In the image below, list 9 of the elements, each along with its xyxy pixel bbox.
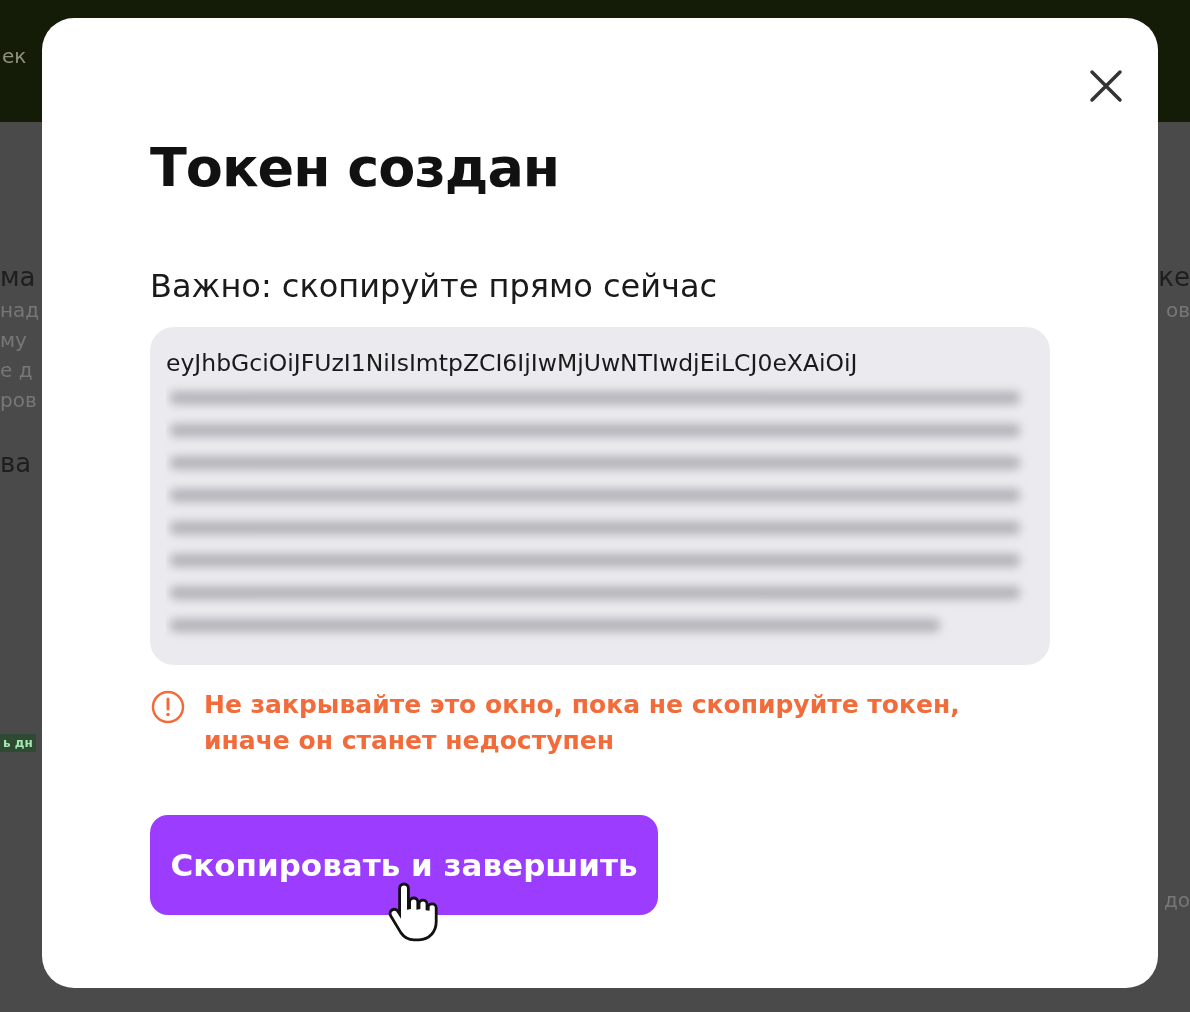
token-text: eyJhbGciOiJFUzI1NiIsImtpZCI6IjIwMjUwNTIwdjEiLCJ0eXAiOiJ [166, 349, 858, 377]
token-field[interactable]: eyJhbGciOiJFUzI1NiIsImtpZCI6IjIwMjUwNTIwdjEiLCJ0eXAiOiJ [150, 327, 1050, 665]
dialog-title: Токен создан [150, 136, 561, 199]
warning-icon [150, 689, 186, 725]
header-text: ек [2, 44, 27, 68]
background-text: ь дн [0, 734, 36, 752]
copy-finish-button[interactable]: Скопировать и завершить [150, 815, 658, 915]
warning-text: Не закрывайте это окно, пока не скопируйте токен, иначе он станет недоступен [204, 689, 961, 757]
dialog-subtitle: Важно: скопируйте прямо сейчас [150, 267, 719, 305]
